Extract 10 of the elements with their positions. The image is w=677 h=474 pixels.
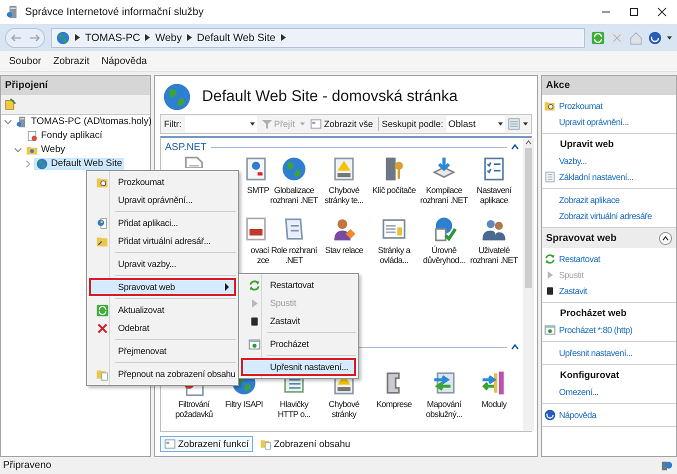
status-text: Připraveno <box>3 460 52 471</box>
page-title: Default Web Site - domovská stránka <box>202 88 458 106</box>
group-title: ASP.NET <box>165 142 206 152</box>
window-title: Správce Internetové informační služby <box>25 6 205 18</box>
pane-header: Připojení <box>1 76 150 95</box>
section-title: Upravit web <box>559 138 615 152</box>
section-title: Procházet web <box>559 307 628 321</box>
section-title: Konfigurovat <box>559 369 620 383</box>
pane-header: Akce <box>542 76 676 95</box>
panel-title: Spravovat web <box>546 232 617 244</box>
